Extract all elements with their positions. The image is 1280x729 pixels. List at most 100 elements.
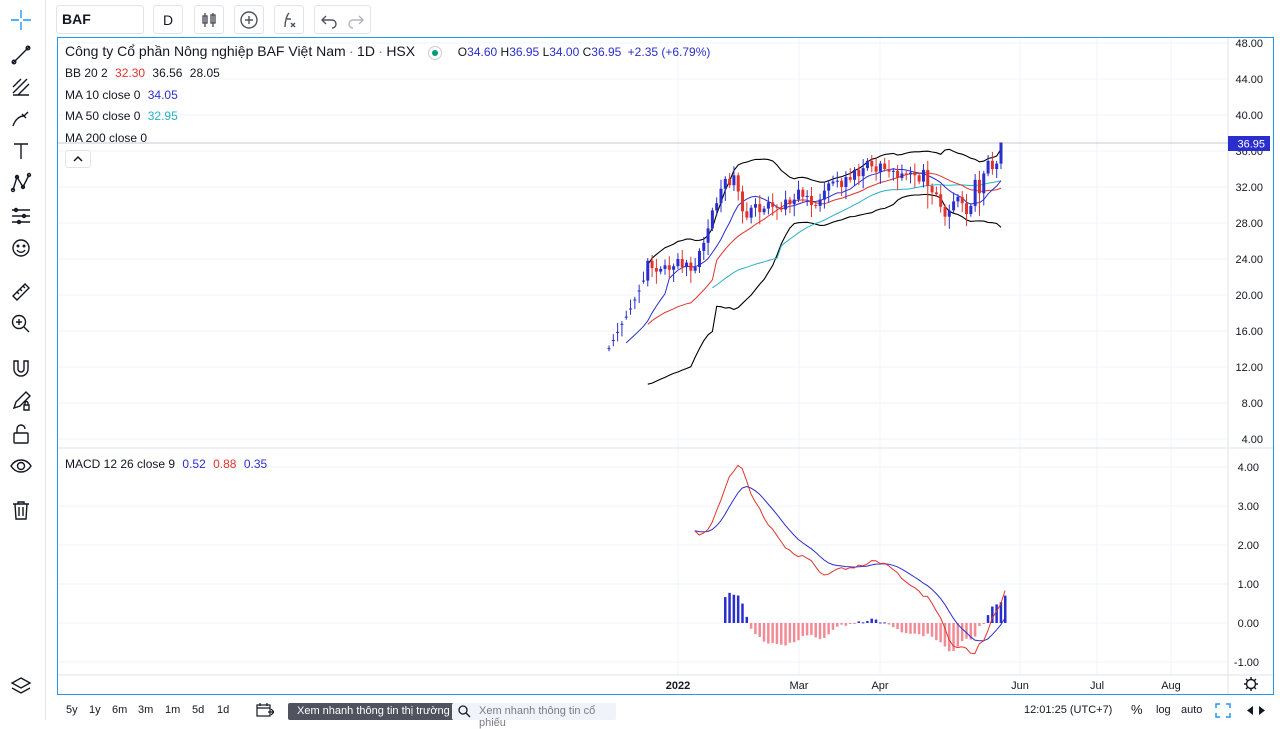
time-tick-label: Jul	[1090, 680, 1104, 692]
candle	[887, 160, 891, 178]
range-6m[interactable]: 6m	[112, 704, 127, 716]
candle	[805, 190, 809, 206]
macd-histogram-bar	[900, 623, 904, 633]
candle	[900, 164, 904, 181]
price-tick-label: 40.00	[1235, 110, 1263, 122]
candle	[758, 195, 762, 225]
candle-body	[741, 191, 745, 212]
candle-body	[620, 323, 624, 325]
percent-toggle[interactable]: %	[1131, 702, 1143, 717]
ma200-legend[interactable]: MA 200 close 0	[65, 131, 147, 145]
candle-body	[960, 196, 964, 204]
candle-body	[861, 168, 865, 177]
candle	[745, 202, 749, 221]
macd-tick-label: 0.00	[1238, 618, 1259, 630]
candle-body	[878, 163, 882, 172]
scroll-right-icon[interactable]	[1257, 705, 1267, 719]
candle-body	[758, 204, 762, 213]
range-1d[interactable]: 1d	[217, 704, 229, 716]
macd-tick-label: 2.00	[1238, 540, 1259, 552]
macd-histogram-bar	[887, 623, 891, 625]
candle	[680, 250, 684, 273]
candle	[654, 259, 658, 284]
range-1y[interactable]: 1y	[89, 704, 101, 716]
bb-legend[interactable]: BB 20 2 32.30 36.56 28.05	[65, 66, 220, 80]
macd-histogram-bar	[762, 623, 766, 642]
macd-legend[interactable]: MACD 12 26 close 9 0.52 0.88 0.35	[65, 457, 267, 471]
candle	[607, 345, 611, 352]
candle	[990, 151, 994, 175]
chart-canvas[interactable]: 48.0044.0040.0036.0032.0028.0024.0020.00…	[0, 0, 1280, 720]
fullscreen-icon[interactable]	[1215, 703, 1231, 721]
candle	[788, 196, 792, 214]
legend-interval: 1D	[357, 43, 375, 59]
stock-search-placeholder: Xem nhanh thông tin cổ phiếu	[479, 705, 596, 729]
macd-histogram-bar	[857, 621, 861, 623]
range-3m[interactable]: 3m	[138, 704, 153, 716]
candle	[685, 259, 689, 277]
macd-histogram-bar	[788, 623, 792, 643]
candle-body	[990, 160, 994, 169]
price-tick-label: 16.00	[1235, 326, 1263, 338]
candle-body	[831, 181, 835, 184]
price-tick-label: 48.00	[1235, 38, 1263, 50]
candle	[835, 171, 839, 188]
market-status-icon[interactable]	[428, 45, 443, 60]
candle-body	[818, 199, 822, 206]
candle	[693, 258, 697, 274]
candle-body	[930, 186, 934, 193]
price-tick-label: 32.00	[1235, 182, 1263, 194]
candle	[865, 158, 869, 171]
macd-histogram-bar	[978, 623, 981, 626]
candle	[629, 299, 633, 315]
stock-info-search[interactable]: Xem nhanh thông tin cổ phiếu	[452, 703, 616, 729]
macd-histogram-bar	[823, 623, 826, 638]
candle	[995, 160, 999, 178]
candle-body	[805, 196, 809, 197]
range-5y[interactable]: 5y	[66, 704, 78, 716]
ma10-legend[interactable]: MA 10 close 0 34.05	[65, 88, 178, 102]
candle	[853, 167, 857, 186]
candle	[659, 266, 663, 275]
candle-body	[999, 142, 1003, 164]
candle-body	[870, 160, 874, 167]
candle-body	[779, 207, 783, 210]
candle	[633, 296, 637, 309]
range-1m[interactable]: 1m	[165, 704, 180, 716]
macd-histogram-bar	[818, 623, 822, 640]
candle-body	[646, 260, 650, 281]
macd-histogram-bar	[810, 623, 813, 635]
go-to-date-icon[interactable]	[256, 703, 275, 720]
candle	[641, 271, 645, 284]
ma50-legend[interactable]: MA 50 close 0 32.95	[65, 109, 178, 123]
market-info-button[interactable]: Xem nhanh thông tin thị trường	[288, 703, 459, 720]
candle-body	[792, 199, 796, 205]
candle-body	[887, 169, 891, 172]
candle	[611, 334, 615, 347]
range-5d[interactable]: 5d	[192, 704, 204, 716]
macd-histogram-bar	[741, 603, 744, 623]
time-axis-settings-icon[interactable]	[1244, 677, 1258, 691]
candle-body	[689, 262, 693, 271]
candle-body	[624, 316, 628, 318]
price-axis[interactable]: 48.0044.0040.0036.0032.0028.0024.0020.00…	[1235, 38, 1263, 446]
candle-body	[697, 250, 701, 268]
candle-body	[853, 169, 857, 180]
candle	[702, 236, 706, 260]
macd-axis[interactable]: 4.00 3.00 2.00 1.00 0.00 -1.00	[1234, 462, 1259, 669]
candle	[741, 185, 745, 224]
time-axis[interactable]: 2022 Mar Apr Jun Jul Aug	[666, 680, 1181, 692]
macd-histogram-bar	[982, 623, 985, 624]
series-legend[interactable]: Công ty Cổ phần Nông nghiệp BAF Việt Nam…	[65, 43, 710, 60]
macd-histogram-bar	[922, 623, 925, 637]
auto-toggle[interactable]: auto	[1181, 704, 1202, 716]
candle-body	[973, 179, 977, 206]
candle	[620, 321, 624, 337]
macd-histogram-bar	[956, 623, 960, 647]
candle-body	[667, 265, 671, 270]
collapse-legend-button[interactable]	[65, 150, 91, 168]
log-toggle[interactable]: log	[1156, 704, 1171, 716]
candle-body	[719, 188, 723, 204]
scroll-left-icon[interactable]	[1245, 705, 1255, 719]
price-tick-label: 44.00	[1235, 74, 1263, 86]
